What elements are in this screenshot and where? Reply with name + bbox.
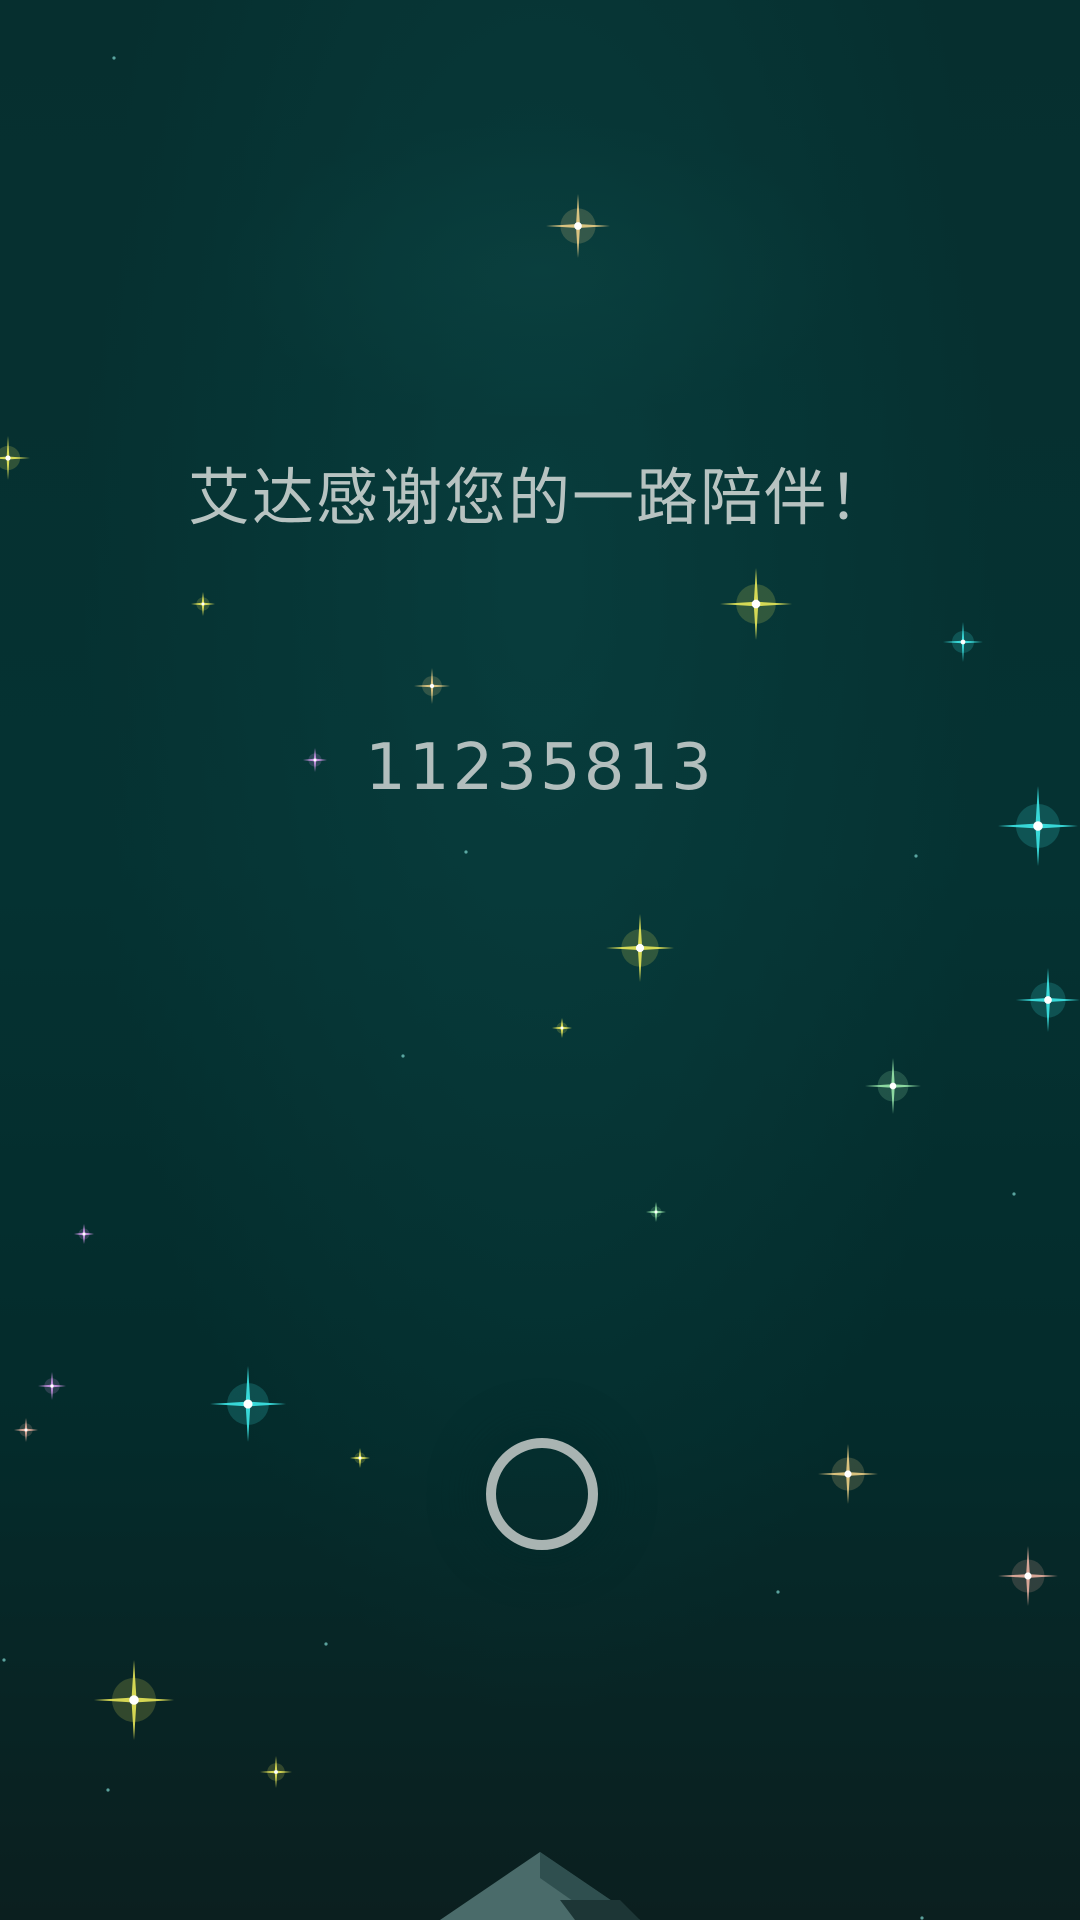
star-sparkle <box>998 1546 1058 1606</box>
star-sparkle <box>210 1366 286 1442</box>
star-sparkle <box>74 1224 94 1244</box>
star-sparkle <box>14 1418 38 1442</box>
star-dot <box>2 1658 6 1662</box>
star-sparkle <box>94 1660 174 1740</box>
continue-ring-button[interactable] <box>484 1436 598 1550</box>
star-sparkle <box>546 194 610 258</box>
star-dot <box>106 1788 110 1792</box>
star-dot <box>914 854 918 858</box>
star-sparkle <box>1016 968 1080 1032</box>
star-dot <box>401 1054 405 1058</box>
star-sparkle <box>414 668 450 704</box>
star-sparkle <box>606 914 674 982</box>
star-sparkle <box>552 1018 572 1038</box>
starfield <box>0 56 1080 1920</box>
star-sparkle <box>818 1444 878 1504</box>
star-sparkle <box>646 1202 666 1222</box>
star-dot <box>112 56 116 60</box>
star-sparkle <box>865 1058 921 1114</box>
star-sparkle <box>260 1756 292 1788</box>
monument-structure-top <box>440 1852 640 1920</box>
star-dot <box>776 1590 780 1594</box>
star-dot <box>324 1642 328 1646</box>
secret-code: 11235813 <box>365 731 715 805</box>
thanks-message: 艾达感谢您的一路陪伴！ <box>187 461 892 534</box>
star-sparkle <box>720 568 792 640</box>
star-sparkle <box>38 1372 66 1400</box>
star-sparkle <box>350 1448 370 1468</box>
game-screen: 艾达感谢您的一路陪伴！ 11235813 <box>0 0 1080 1920</box>
star-sparkle <box>191 592 215 616</box>
star-sparkle <box>943 622 983 662</box>
star-dot <box>464 850 468 854</box>
circle-ring-icon <box>486 1438 598 1550</box>
star-dot <box>1012 1192 1016 1196</box>
